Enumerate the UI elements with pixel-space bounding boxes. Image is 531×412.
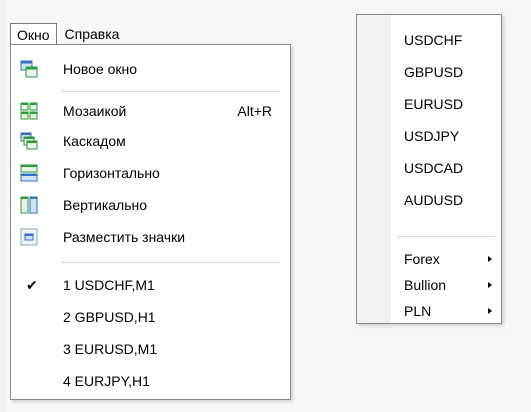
symbol-label: USDCAD [404,160,464,176]
screen: Окно Справка Новое окно Мозаикой Alt+R К… [0,0,531,412]
menu-item-vertical[interactable]: Вертикально [11,190,290,220]
menu-item-window-3[interactable]: 3 EURUSD,M1 [11,334,290,364]
submenu-arrow-icon [488,282,492,288]
group-item-bullion[interactable]: Bullion [357,271,501,299]
symbol-item-gbpusd[interactable]: GBPUSD [357,58,501,86]
menubar: Окно Справка [10,23,290,45]
menu-item-horizontal[interactable]: Горизонтально [11,158,290,188]
symbol-item-audusd[interactable]: AUDUSD [357,186,501,214]
separator [61,91,280,92]
new-window-label: Новое окно [63,61,138,77]
symbol-label: EURUSD [404,96,464,112]
symbol-item-eurusd[interactable]: EURUSD [357,90,501,118]
separator [61,262,280,263]
menu-item-new-window[interactable]: Новое окно [11,54,290,84]
submenu-arrow-icon [488,308,492,314]
window-1-label: 1 USDCHF,M1 [63,277,155,293]
checkmark-icon: ✔ [26,276,38,293]
menu-window-label: Окно [17,26,50,43]
group-item-forex[interactable]: Forex [357,245,501,273]
group-label: Bullion [404,277,447,293]
symbol-item-usdjpy[interactable]: USDJPY [357,122,501,150]
window-edge [0,0,6,412]
window-3-label: 3 EURUSD,M1 [63,341,158,357]
symbol-label: USDJPY [404,128,460,144]
tile-vertical-icon [20,196,38,214]
menu-item-cascade[interactable]: Каскадом [11,126,290,156]
menu-help-label: Справка [64,26,120,42]
symbol-label: GBPUSD [404,64,464,80]
symbol-label: USDCHF [404,32,463,48]
arrange-icons-icon [20,228,38,246]
menu-item-window-2[interactable]: 2 GBPUSD,H1 [11,302,290,332]
new-window-icon [20,60,38,78]
menu-help[interactable]: Справка [57,23,127,45]
separator [397,236,495,237]
group-item-pln[interactable]: PLN [357,297,501,325]
window-2-label: 2 GBPUSD,H1 [63,309,156,325]
tile-label: Мозаикой [63,103,127,119]
group-label: PLN [404,303,432,319]
tile-shortcut: Alt+R [237,103,272,119]
menu-window[interactable]: Окно [10,23,57,45]
window-4-label: 4 EURJPY,H1 [63,373,150,389]
menu-item-window-1[interactable]: ✔ 1 USDCHF,M1 [11,270,290,300]
symbol-label: AUDUSD [404,192,464,208]
tile-horizontal-icon [20,164,38,182]
menu-item-tile[interactable]: Мозаикой Alt+R [11,96,290,126]
arrange-icons-label: Разместить значки [63,229,186,245]
cascade-icon [20,132,38,150]
horizontal-label: Горизонтально [63,165,160,181]
vertical-label: Вертикально [63,197,148,213]
submenu-arrow-icon [488,256,492,262]
group-label: Forex [404,251,440,267]
menu-item-arrange-icons[interactable]: Разместить значки [11,222,290,252]
symbols-menu: USDCHF GBPUSD EURUSD USDJPY USDCAD AUDUS… [356,14,502,324]
symbol-item-usdchf[interactable]: USDCHF [357,26,501,54]
menu-item-window-4[interactable]: 4 EURJPY,H1 [11,366,290,396]
window-menu-dropdown: Новое окно Мозаикой Alt+R Каскадом Гориз… [10,44,291,400]
tile-icon [20,102,38,120]
cascade-label: Каскадом [63,133,126,149]
symbol-item-usdcad[interactable]: USDCAD [357,154,501,182]
